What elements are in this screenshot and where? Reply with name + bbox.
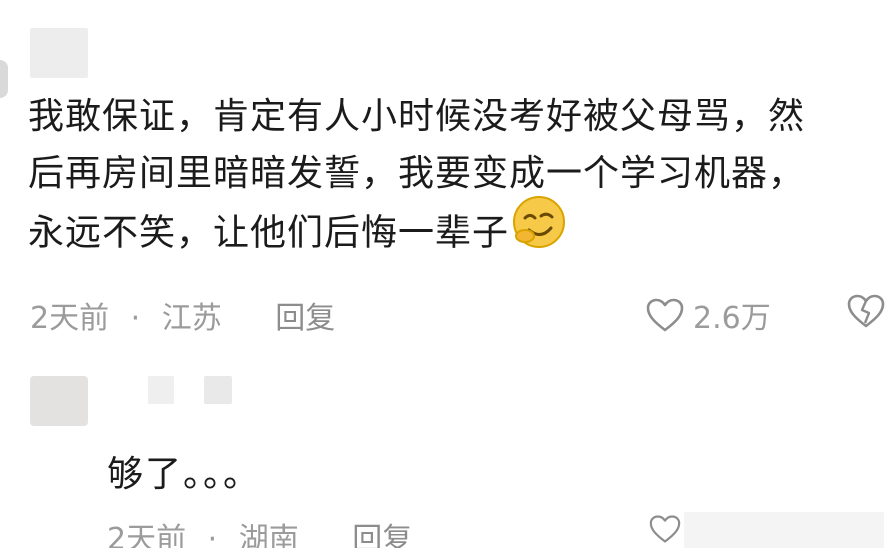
meta-separator: · — [130, 301, 141, 336]
smirk-face-icon — [511, 194, 567, 267]
heart-icon[interactable] — [648, 514, 682, 544]
reply-body: 够了。。。 — [107, 454, 262, 495]
reply-meta: 2天前 · 湖南 回复 — [107, 514, 412, 548]
comment-line-text: 永远不笑，让他们后悔一辈子 — [28, 212, 510, 254]
like-button[interactable]: 2.6万 — [645, 293, 771, 337]
avatar[interactable] — [0, 60, 8, 98]
comment-time: 2天前 — [107, 522, 187, 548]
username-blurred — [30, 28, 88, 78]
comment-line: 我敢保证，肯定有人小时候没考好被父母骂，然 — [28, 96, 806, 137]
comment-line: 后再房间里暗暗发誓，我要变成一个学习机器， — [28, 153, 806, 194]
heart-icon — [645, 297, 685, 333]
meta-separator: · — [207, 522, 218, 548]
comment-line: 永远不笑，让他们后悔一辈子 — [28, 196, 878, 267]
comment-location: 江苏 — [161, 301, 222, 336]
watermark-overlay — [684, 512, 884, 548]
like-count: 2.6万 — [693, 301, 771, 336]
username-blurred — [204, 376, 232, 404]
comment-body: 我敢保证，肯定有人小时候没考好被父母骂，然 后再房间里暗暗发誓，我要变成一个学习… — [28, 88, 878, 267]
reply-button[interactable]: 回复 — [275, 301, 335, 336]
avatar[interactable] — [30, 376, 88, 426]
comment-meta: 2天前 · 江苏 回复 — [30, 293, 335, 337]
dislike-icon[interactable] — [846, 293, 886, 329]
comment-thread: 我敢保证，肯定有人小时候没考好被父母骂，然 后再房间里暗暗发誓，我要变成一个学习… — [0, 0, 891, 548]
comment-location: 湖南 — [238, 522, 299, 548]
reply-button[interactable]: 回复 — [352, 522, 412, 548]
comment-time: 2天前 — [30, 301, 110, 336]
username-blurred — [148, 376, 174, 404]
